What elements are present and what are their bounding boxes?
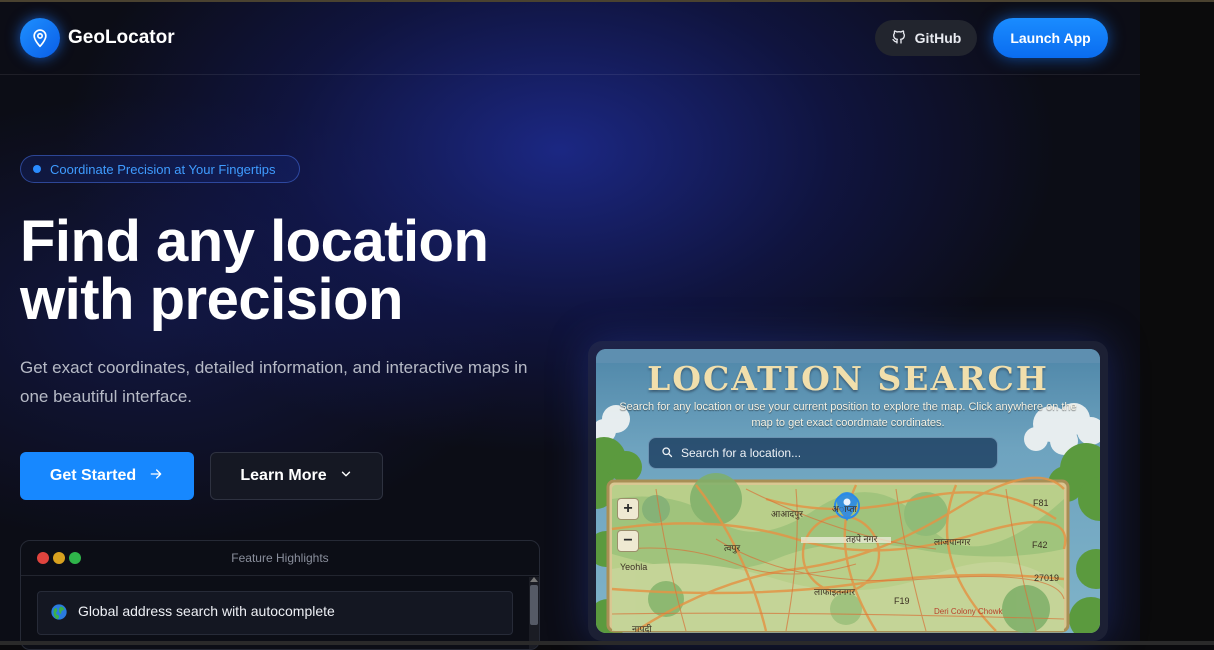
hero-headline: Find any location with precision [20,213,489,332]
globe-icon [50,603,68,624]
learn-more-button[interactable]: Learn More [210,452,383,500]
map-label: तहपे नगर [846,534,878,544]
github-button[interactable]: GitHub [875,20,977,56]
hero-subtitle: Get exact coordinates, detailed informat… [20,358,528,406]
window-bottom-border [0,641,1214,645]
map-label: Deri Colony Chowk [934,607,1003,616]
learn-more-label: Learn More [240,467,327,484]
panel-titlebar: Feature Highlights [21,541,539,576]
map-label: अाप्ता [832,504,857,514]
get-started-label: Get Started [49,467,137,484]
map-label: F81 [1033,498,1049,508]
map-label: Yeohla [620,562,648,572]
preview-search-bar: Search for a location... [648,437,998,469]
preview-search-placeholder: Search for a location... [681,446,802,460]
map-label: त्वपुर [724,543,741,553]
map-label: F19 [894,596,910,606]
arrow-right-icon [148,466,164,487]
tagline-badge: Coordinate Precision at Your Fingertips [20,155,300,183]
logo-map-pin-icon[interactable] [20,18,60,58]
search-icon [661,446,673,461]
headline-line-2: with precision [20,267,403,332]
panel-title: Feature Highlights [231,551,329,565]
window-top-border [0,0,1214,2]
map-label: F42 [1032,540,1048,550]
app-preview-image: LOCATION SEARCH Search for any location … [596,349,1100,633]
navbar-divider [0,74,1140,75]
github-icon [891,29,907,48]
map-label: लाफाइतनगर [814,587,855,597]
feature-item: Global address search with autocomplete [37,591,513,635]
preview-zoom-out-button: − [617,530,639,552]
feature-highlights-panel: Feature Highlights Global address search… [20,540,540,650]
map-label: लाजपानगर [934,537,971,547]
scroll-up-arrow-icon[interactable] [530,577,538,582]
brand-name[interactable]: GeoLocator [68,27,175,49]
map-label: आआदपुर [771,509,803,519]
get-started-button[interactable]: Get Started [20,452,194,500]
launch-app-button[interactable]: Launch App [993,18,1108,58]
right-gutter [1140,0,1214,645]
headline-line-1: Find any location [20,209,489,274]
tagline-badge-text: Coordinate Precision at Your Fingertips [50,161,276,177]
map-label: नापदी [632,624,652,633]
preview-zoom-in-button: + [617,498,639,520]
chevron-down-icon [339,467,353,486]
map-label: 27019 [1034,573,1060,583]
scrollbar-thumb[interactable] [530,585,538,625]
badge-dot-icon [33,165,41,173]
feature-item-label: Global address search with autocomplete [78,603,335,619]
github-button-label: GitHub [914,30,962,46]
preview-title: LOCATION SEARCH [647,359,1049,398]
preview-description: Search for any location or use your curr… [619,401,1077,429]
